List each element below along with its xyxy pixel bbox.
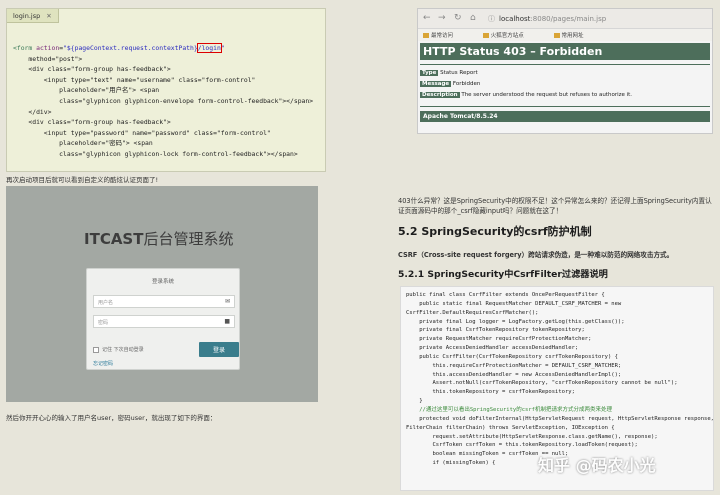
login-card: 登录系统 用户名 ✉ 密码 ■ 记住 下次自动登录 登录 忘记密码	[86, 268, 240, 370]
code-line: </div>	[13, 107, 52, 116]
code-line: method="post">	[13, 54, 83, 63]
lock-icon: ■	[224, 318, 230, 325]
jsp-code: <form action="${pageContext.request.cont…	[7, 23, 325, 160]
type-line: Type Status Report	[420, 70, 712, 76]
message-line: Message Forbidden	[420, 81, 712, 87]
code-line: private RequestMatcher requireCsrfProtec…	[406, 336, 592, 343]
close-icon[interactable]: ✕	[46, 12, 51, 20]
reload-icon[interactable]: ↻	[454, 13, 462, 23]
back-icon[interactable]: ←	[423, 13, 431, 23]
editor-tab-label: login.jsp	[13, 12, 41, 20]
remember-me[interactable]: 记住 下次自动登录	[93, 346, 144, 353]
home-icon[interactable]: ⌂	[470, 13, 476, 23]
code-line: class="glyphicon glyphicon-lock form-con…	[13, 149, 298, 158]
brand-title: ITCAST后台管理系统	[84, 228, 233, 249]
code-line: public CsrfFilter(CsrfTokenRepository cs…	[406, 353, 618, 360]
code-line: <div class="form-group has-feedback">	[13, 118, 171, 127]
code-line: this.accessDeniedHandler = new AccessDen…	[406, 371, 622, 378]
card-title: 登录系统	[151, 279, 174, 285]
folder-icon	[482, 33, 489, 38]
brand-rest: 后台管理系统	[143, 230, 234, 248]
code-line: Assert.notNull(csrfTokenRepository, "csr…	[406, 380, 678, 387]
code-line: //通过这里可以看出SpringSecurity的csrf机制把请求方式分成两类…	[406, 406, 612, 413]
envelope-icon: ✉	[224, 298, 230, 305]
code-line: CsrfFilter.DefaultRequiresCsrfMatcher();	[406, 309, 539, 316]
username-placeholder: 用户名	[98, 300, 114, 306]
bookmark-item[interactable]: 最常访问	[423, 33, 467, 39]
bookmark-item[interactable]: 常用网址	[553, 33, 598, 39]
code-line: public static final RequestMatcher DEFAU…	[406, 300, 622, 307]
brand-bold: ITCAST	[84, 230, 144, 248]
code-line: placeholder="密码"> <span	[13, 139, 153, 148]
caption-top: 再次启动项目后就可以看到自定义的酷炫认证页面了!	[6, 176, 159, 184]
editor-tab[interactable]: login.jsp ✕	[7, 9, 59, 23]
message-value: Forbidden	[452, 81, 481, 87]
code-line: private final CsrfTokenRepository tokenR…	[406, 327, 585, 334]
login-button[interactable]: 登录	[199, 342, 239, 357]
url-rest: :8080/pages/main.jsp	[530, 15, 607, 23]
code-line: placeholder="用户名"> <span	[13, 86, 160, 95]
forgot-password-link[interactable]: 忘记密码	[93, 360, 113, 367]
code-line: }	[406, 398, 423, 405]
code-line: CsrfToken csrfToken = this.tokenReposito…	[406, 442, 638, 449]
remember-label: 记住 下次自动登录	[102, 347, 144, 353]
message-label: Message	[420, 81, 452, 87]
java-code: public final class CsrfFilter extends On…	[401, 287, 713, 468]
address-bar[interactable]: ⓘ localhost:8080/pages/main.jsp	[488, 12, 708, 25]
type-label: Type	[420, 70, 439, 76]
article-paragraph: CSRF（Cross-site request forgery）跨站请求伪造，是…	[398, 251, 674, 259]
code-line: <form action="${pageContext.request.cont…	[13, 43, 225, 53]
url-host: localhost	[499, 15, 531, 23]
subsection-heading: 5.2.1 SpringSecurity中CsrfFilter过滤器说明	[398, 269, 608, 280]
code-line: <input type="text" name="username" class…	[13, 75, 256, 84]
folder-icon	[423, 33, 429, 38]
forward-icon[interactable]: →	[438, 13, 446, 23]
section-heading: 5.2 SpringSecurity的csrf防护机制	[398, 225, 592, 238]
status-title: HTTP Status 403 – Forbidden	[420, 43, 710, 60]
remember-checkbox[interactable]	[93, 346, 99, 353]
password-field[interactable]: 密码 ■	[93, 315, 235, 328]
password-placeholder: 密码	[98, 320, 109, 326]
code-line: FilterChain filterChain) throws ServletE…	[406, 424, 615, 431]
code-line: private AccessDeniedHandler accessDenied…	[406, 345, 579, 352]
globe-icon: ⓘ	[488, 15, 495, 23]
code-line: this.requireCsrfProtectionMatcher = DEFA…	[406, 362, 622, 369]
username-field[interactable]: 用户名 ✉	[93, 295, 235, 308]
bookmark-label: 火狐官方站点	[490, 33, 524, 39]
bookmarks-bar: 最常访问 火狐官方站点 常用网址	[418, 29, 712, 41]
code-line: public final class CsrfFilter extends On…	[406, 292, 605, 298]
divider	[420, 64, 710, 65]
highlighted-path: /login	[196, 43, 222, 53]
bookmark-item[interactable]: 火狐官方站点	[482, 33, 538, 39]
code-editor: login.jsp ✕ <form action="${pageContext.r…	[6, 8, 326, 172]
code-line-0: "${pageContext.request.contextPath}/logi…	[63, 43, 225, 53]
code-line: <div class="form-group has-feedback">	[13, 65, 171, 74]
folder-icon	[553, 33, 560, 38]
caption-bottom: 然后你开开心心的输入了用户名user，密码user，就出现了如下的界面：	[6, 414, 217, 422]
browser-navbar: ← → ↻ ⌂ ⓘ localhost:8080/pages/main.jsp	[418, 9, 712, 29]
description-line: Description The server understood the re…	[420, 92, 712, 98]
code-line: this.tokenRepository = csrfTokenReposito…	[406, 389, 575, 396]
bookmark-label: 常用网址	[561, 33, 584, 39]
description-value: The server understood the request but re…	[461, 92, 633, 98]
description-label: Description	[420, 92, 460, 98]
type-value: Status Report	[440, 70, 478, 76]
code-line: protected void doFilterInternal(HttpServ…	[406, 415, 714, 422]
watermark: 知乎 @码农小光	[538, 456, 656, 475]
code-line: private final Log logger = LogFactory.ge…	[406, 318, 625, 325]
bookmark-label: 最常访问	[431, 33, 454, 39]
login-page-screenshot: ITCAST后台管理系统 登录系统 用户名 ✉ 密码 ■ 记住 下次自动登录 登录 …	[6, 186, 318, 402]
code-line: <input type="password" name="password" c…	[13, 128, 271, 137]
error-page: HTTP Status 403 – Forbidden Type Status …	[418, 41, 712, 122]
divider	[420, 106, 710, 107]
server-footer: Apache Tomcat/8.5.24	[420, 111, 710, 122]
code-line: request.setAttribute(HttpServletResponse…	[406, 433, 658, 440]
article-paragraph: 403什么异常？这是SpringSecurity中的权限不足！这个异常怎么来的？…	[398, 197, 712, 215]
code-line: class="glyphicon glyphicon-envelope form…	[13, 96, 314, 105]
browser-window: ← → ↻ ⌂ ⓘ localhost:8080/pages/main.jsp 最…	[417, 8, 713, 134]
